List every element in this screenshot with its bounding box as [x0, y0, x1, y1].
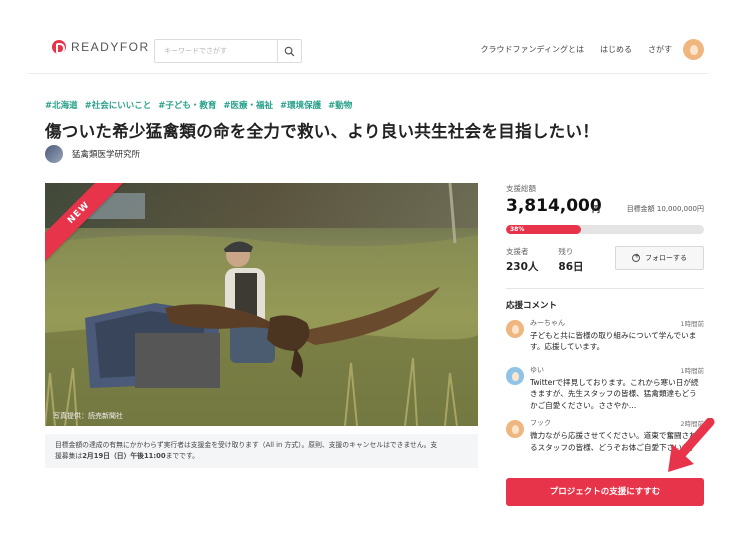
commenter-avatar	[506, 420, 524, 439]
stats-row: 支援者 230人 残り 86日 フォローする	[506, 246, 704, 280]
project-title: 傷ついた希少猛禽類の命を全力で救い、より良い共生社会を目指したい！	[45, 122, 600, 141]
remaining-stat: 残り 86日	[558, 246, 583, 274]
backers-stat: 支援者 230人	[506, 246, 538, 274]
total-label: 支援総額	[506, 184, 536, 193]
follow-label: フォローする	[645, 254, 687, 262]
project-tags: #北海道 #社会にいいこと #子ども・教育 #医療・福祉 #環境保護 #動物	[45, 99, 352, 111]
nav-explore[interactable]: さがす	[648, 44, 672, 55]
comment-text: 子どもと共に皆様の取り組みについて学んでいます。応援しています。	[530, 331, 697, 352]
funding-sidebar: 支援総額 3,814,000 円 目標金額 10,000,000円 38% 支援…	[506, 183, 704, 458]
funding-notice: 目標金額の達成の有無にかかわらず実行者は支援金を受け取ります（All in 方式…	[45, 434, 478, 468]
tag-link[interactable]: #社会にいいこと	[85, 99, 152, 111]
remaining-label: 残り	[558, 247, 574, 256]
target-amount: 目標金額 10,000,000円	[626, 205, 704, 213]
main-nav: クラウドファンディングとは はじめる さがす	[481, 44, 672, 55]
search-input[interactable]	[155, 40, 277, 62]
backers-count: 230人	[506, 261, 539, 273]
owner-avatar	[45, 145, 63, 163]
total-amount: 3,814,000	[506, 196, 602, 216]
commenter-avatar	[506, 320, 524, 338]
user-avatar[interactable]	[683, 39, 704, 60]
deadline: 2月19日（日）午後11:00	[82, 451, 166, 460]
logo-mark-icon	[52, 40, 66, 54]
project-main-image: NEW 写真提供：読売新聞社	[45, 183, 478, 426]
site-header: READYFOR クラウドファンディングとは はじめる さがす	[28, 22, 708, 74]
readyfor-logo[interactable]: READYFOR	[52, 40, 150, 54]
amount-row: 3,814,000 円 目標金額 10,000,000円	[506, 196, 704, 220]
comments-title: 応援コメント	[506, 301, 558, 311]
tag-link[interactable]: #北海道	[45, 99, 78, 111]
commenter-avatar	[506, 367, 524, 385]
divider	[506, 288, 704, 289]
comment-item[interactable]: ゆい 1時間前 Twitterで拝見しております。これから寒い日が続きますが、先…	[506, 365, 704, 411]
nav-about-crowdfunding[interactable]: クラウドファンディングとは	[481, 44, 584, 55]
nav-start[interactable]: はじめる	[600, 44, 632, 55]
logo-text: READYFOR	[71, 40, 150, 54]
progress-bar: 38%	[506, 225, 704, 234]
search-button[interactable]	[277, 40, 301, 62]
tag-link[interactable]: #医療・福祉	[223, 99, 273, 111]
tag-link[interactable]: #環境保護	[280, 99, 321, 111]
search-box	[154, 39, 302, 63]
comment-text: Twitterで拝見しております。これから寒い日が続きますが、先生スタッフの皆様…	[530, 378, 699, 410]
tag-link[interactable]: #子ども・教育	[158, 99, 216, 111]
photo-credit: 写真提供：読売新聞社	[53, 412, 123, 420]
pointer-arrow-icon	[668, 418, 715, 472]
owner-name: 猛禽類医学研究所	[72, 150, 141, 160]
backers-label: 支援者	[506, 247, 529, 256]
amount-unit: 円	[592, 205, 600, 214]
notice-line-2: 援募集は2月19日（日）午後11:00までです。	[55, 451, 199, 460]
follow-plus-icon	[632, 252, 640, 262]
support-project-button[interactable]: プロジェクトの支援にすすむ	[506, 478, 704, 506]
progress-fill: 38%	[506, 225, 582, 234]
eagle-release-photo	[45, 183, 478, 426]
comment-item[interactable]: みーちゃん 1時間前 子どもと共に皆様の取り組みについて学んでいます。応援してい…	[506, 318, 704, 358]
comment-time: 1時間前	[680, 367, 704, 375]
remaining-days: 86日	[558, 261, 584, 273]
notice-line-1: 目標金額の達成の有無にかかわらず実行者は支援金を受け取ります（All in 方式…	[55, 441, 438, 449]
tag-link[interactable]: #動物	[328, 99, 352, 111]
commenter-name: ゆい	[530, 366, 544, 374]
search-icon	[284, 46, 295, 56]
follow-button[interactable]: フォローする	[615, 246, 704, 270]
project-owner[interactable]: 猛禽類医学研究所	[45, 145, 140, 163]
commenter-name: みーちゃん	[530, 319, 565, 327]
comment-time: 1時間前	[680, 320, 704, 328]
